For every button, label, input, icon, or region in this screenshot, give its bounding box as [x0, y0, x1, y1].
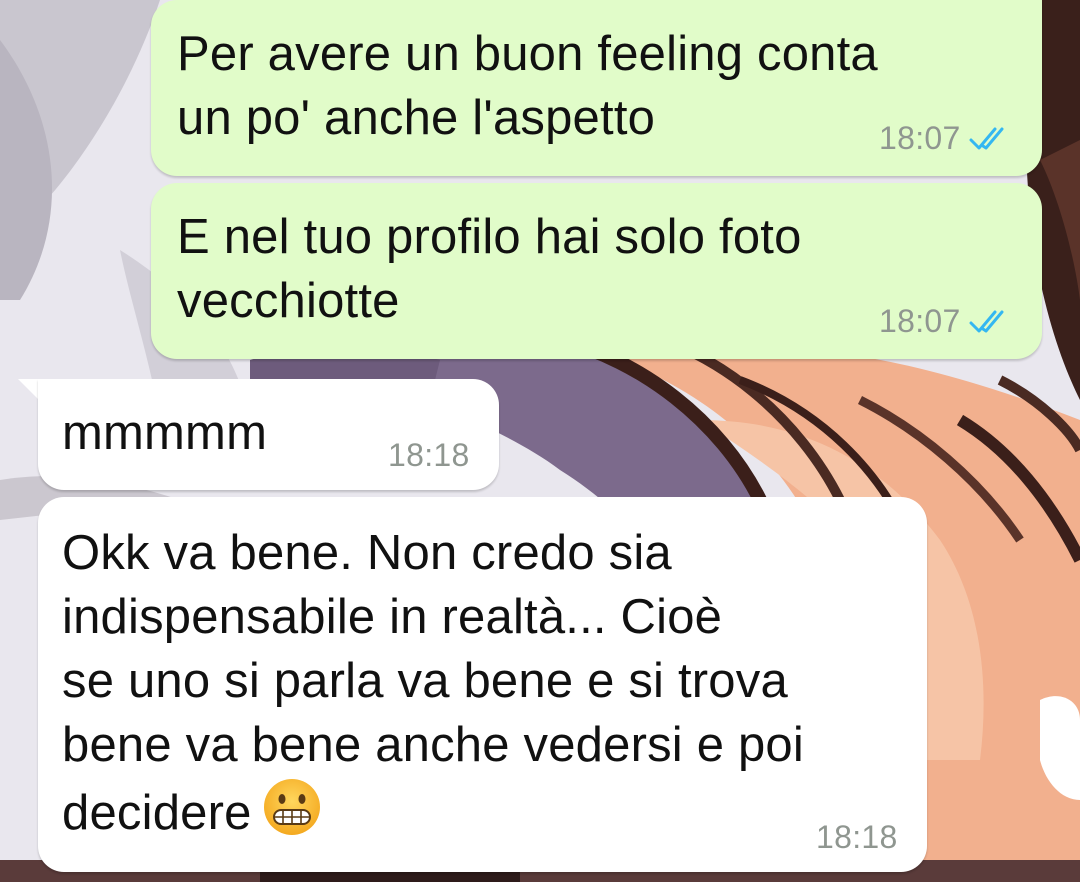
message-meta: 18:07: [879, 303, 1013, 340]
message-text-body: Okk va bene. Non credo sia indispensabil…: [62, 526, 804, 840]
grimacing-face-emoji: [263, 779, 320, 835]
double-check-read-icon: [969, 127, 1004, 149]
message-time: 18:07: [879, 120, 961, 156]
message-meta: 18:18: [816, 819, 898, 856]
message-time: 18:18: [816, 819, 898, 855]
message-bubble-incoming[interactable]: mmmmm 18:18: [38, 379, 499, 490]
message-bubble-outgoing[interactable]: E nel tuo profilo hai solo foto vecchiot…: [151, 183, 1042, 359]
message-text: E nel tuo profilo hai solo foto vecchiot…: [177, 210, 802, 328]
message-meta: 18:18: [388, 437, 470, 474]
message-bubble-outgoing[interactable]: Per avere un buon feeling conta un po' a…: [151, 0, 1042, 176]
double-check-read-icon: [969, 310, 1004, 332]
message-text: Per avere un buon feeling conta un po' a…: [177, 27, 878, 145]
message-text: mmmmm: [62, 406, 268, 460]
message-text: Okk va bene. Non credo sia indispensabil…: [62, 521, 912, 845]
message-meta: 18:07: [879, 120, 1013, 157]
message-bubble-incoming[interactable]: Okk va bene. Non credo sia indispensabil…: [38, 497, 927, 872]
message-time: 18:18: [388, 437, 470, 473]
message-time: 18:07: [879, 303, 961, 339]
